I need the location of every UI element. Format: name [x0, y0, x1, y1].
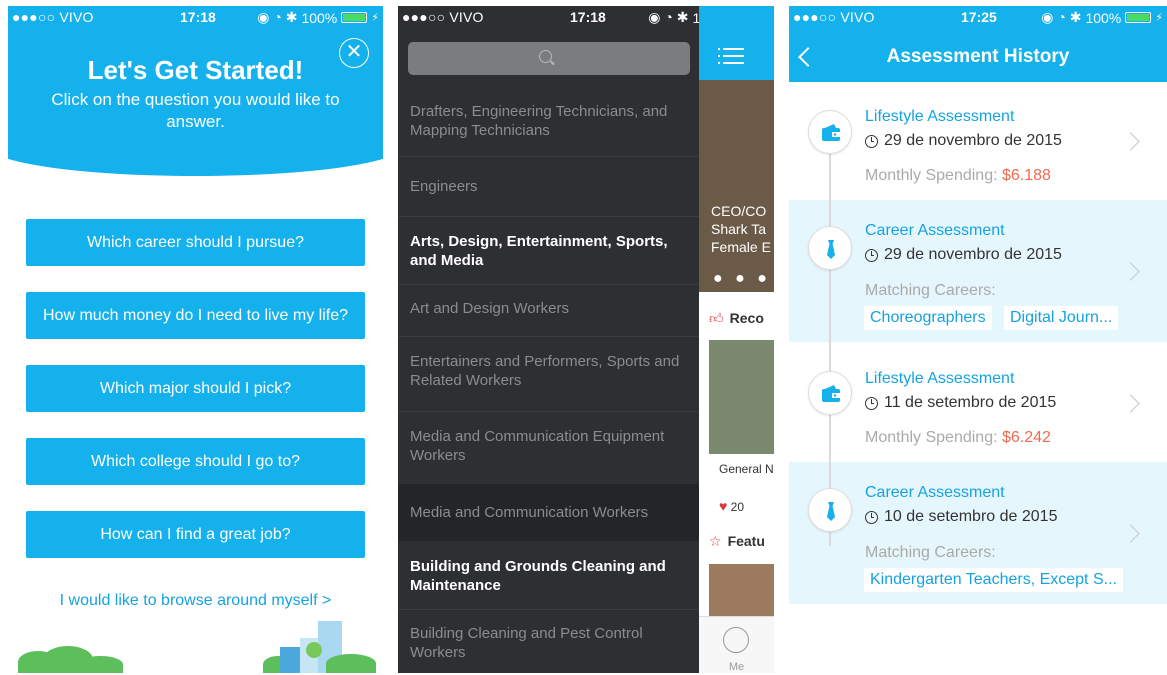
- matching-careers-label: Matching Careers:: [865, 544, 996, 561]
- chevron-right-icon: [1121, 394, 1140, 413]
- star-icon: ☆: [709, 533, 722, 549]
- lifestyle-node: [808, 371, 852, 415]
- menu-header-building[interactable]: Building and Grounds Cleaning and Mainte…: [398, 551, 699, 601]
- main-content-peek[interactable]: CEO/CO Shark Ta Female E ● ● ● ● 👍︎ Reco …: [699, 6, 774, 673]
- chevron-right-icon: [1121, 262, 1140, 281]
- browse-link[interactable]: I would like to browse around myself >: [8, 592, 383, 610]
- clock-time: 17:25: [961, 9, 997, 25]
- menu-item-engineers[interactable]: Engineers: [398, 166, 699, 206]
- career-node: [808, 226, 852, 270]
- assessment-date: 11 de setembro de 2015: [865, 394, 1056, 412]
- status-icons: ◉ ◔ ✱: [257, 9, 298, 25]
- search-input[interactable]: [408, 42, 690, 75]
- assessment-type: Lifestyle Assessment: [865, 108, 1015, 125]
- wallet-icon: [822, 124, 840, 141]
- clock-time: 17:18: [570, 9, 606, 25]
- status-bar: ●●●○○ VIVO 17:18 ◉ ◔ ✱ 100% ⚡: [8, 6, 383, 28]
- nav-bar: ●●●○○ VIVO 17:25 ◉ ◔ ✱ 100% ⚡ Assessment…: [789, 6, 1167, 82]
- featured-photo[interactable]: [709, 564, 774, 616]
- necktie-icon: [827, 240, 835, 259]
- battery-percent: 100%: [1085, 9, 1122, 26]
- matching-careers-label: Matching Careers:: [865, 282, 996, 299]
- status-right: ◉ ◔ ✱ 100% ⚡: [257, 9, 379, 26]
- menu-item-entertainers[interactable]: Entertainers and Performers, Sports and …: [398, 346, 699, 396]
- article-title: General N: [719, 462, 774, 476]
- carrier-label: ●●●○○ VIVO: [402, 9, 484, 25]
- chevron-right-icon: [1121, 524, 1140, 543]
- lifestyle-node: [808, 110, 852, 154]
- recommended-section-header: 👍︎ Reco: [709, 310, 764, 326]
- page-indicator: ● ● ● ●: [713, 270, 771, 305]
- like-count[interactable]: ♥ 20: [719, 498, 744, 514]
- page-title: Let's Get Started!: [87, 55, 304, 85]
- side-menu: ●●●○○ VIVO 17:18 ◉ ◔ ✱ 100% ⚡ Drafters, …: [398, 6, 770, 673]
- question-button-career[interactable]: Which career should I pursue?: [26, 219, 365, 266]
- page-subtitle: Click on the question you would like to …: [51, 90, 340, 131]
- question-button-money[interactable]: How much money do I need to live my life…: [26, 292, 365, 339]
- featured-banner[interactable]: CEO/CO Shark Ta Female E ● ● ● ●: [699, 80, 774, 305]
- assessment-type: Career Assessment: [865, 222, 1005, 239]
- menu-item-art-design[interactable]: Art and Design Workers: [398, 288, 699, 328]
- career-chip[interactable]: Digital Journ...: [1004, 306, 1119, 330]
- tab-me[interactable]: Me: [699, 616, 774, 673]
- career-chip[interactable]: Kindergarten Teachers, Except S...: [864, 568, 1123, 592]
- article-photo[interactable]: [709, 340, 774, 454]
- menu-item-media-communication[interactable]: Media and Communication Workers: [398, 484, 699, 541]
- clock-icon: [865, 248, 878, 262]
- top-bar: [699, 6, 774, 80]
- tab-me-label: Me: [728, 661, 745, 673]
- spending-row: Monthly Spending: $6.188: [865, 167, 1051, 184]
- chevron-right-icon: [1121, 132, 1140, 151]
- menu-item-media-equipment[interactable]: Media and Communication Equipment Worker…: [398, 421, 699, 471]
- question-button-college[interactable]: Which college should I go to?: [26, 438, 365, 485]
- battery-icon: [341, 12, 368, 23]
- search-icon: [539, 50, 552, 63]
- menu-header-arts[interactable]: Arts, Design, Entertainment, Sports, and…: [398, 226, 699, 276]
- page-title: Assessment History: [886, 46, 1070, 67]
- status-icons: ◉ ◔ ✱: [1041, 9, 1082, 25]
- timeline-line: [829, 126, 831, 546]
- assessment-date: 29 de novembro de 2015: [865, 246, 1062, 264]
- thumbs-up-icon: 👍︎: [709, 310, 724, 326]
- featured-section-header: ☆ Featu: [709, 533, 765, 549]
- assessment-type: Lifestyle Assessment: [865, 370, 1015, 387]
- history-entry-career-1[interactable]: Career Assessment 29 de novembro de 2015…: [789, 200, 1167, 342]
- charging-icon: ⚡: [371, 12, 379, 24]
- get-started-screen: ●●●○○ VIVO 17:18 ◉ ◔ ✱ 100% ⚡ ✕ Let's Ge…: [8, 6, 383, 673]
- necktie-icon: [827, 502, 835, 521]
- clock-icon: [865, 396, 878, 410]
- clock-icon: [865, 134, 878, 148]
- assessment-date: 10 de setembro de 2015: [865, 508, 1057, 526]
- clock-icon: [865, 510, 878, 524]
- carrier-label: ●●●○○ VIVO: [12, 9, 94, 25]
- battery-icon: [1125, 12, 1152, 23]
- question-button-major[interactable]: Which major should I pick?: [26, 365, 365, 412]
- wallet-icon: [822, 385, 840, 402]
- assessment-type: Career Assessment: [865, 484, 1005, 501]
- heart-icon: ♥: [719, 498, 728, 514]
- career-node: [808, 488, 852, 532]
- menu-item-building-cleaning[interactable]: Building Cleaning and Pest Control Worke…: [398, 618, 699, 668]
- question-button-job[interactable]: How can I find a great job?: [26, 511, 365, 558]
- category-menu-screen: ●●●○○ VIVO 17:18 ◉ ◔ ✱ 100% ⚡ Drafters, …: [398, 6, 774, 673]
- charging-icon: ⚡: [1155, 12, 1163, 24]
- banner-text: CEO/CO Shark Ta Female E: [711, 203, 771, 255]
- history-entry-career-2[interactable]: Career Assessment 10 de setembro de 2015…: [789, 462, 1167, 604]
- profile-icon: [723, 627, 749, 653]
- battery-percent: 100%: [301, 9, 338, 26]
- status-bar: ●●●○○ VIVO 17:25 ◉ ◔ ✱ 100% ⚡: [789, 6, 1167, 28]
- assessment-date: 29 de novembro de 2015: [865, 132, 1062, 150]
- menu-item-drafters[interactable]: Drafters, Engineering Technicians, and M…: [398, 96, 699, 146]
- spending-value: $6.242: [1001, 429, 1051, 446]
- career-chip[interactable]: Choreographers: [864, 306, 992, 330]
- carrier-label: ●●●○○ VIVO: [793, 9, 875, 25]
- spending-row: Monthly Spending: $6.242: [865, 429, 1051, 446]
- status-right: ◉ ◔ ✱ 100% ⚡: [1041, 9, 1163, 26]
- clock-time: 17:18: [180, 9, 216, 25]
- status-icons: ◉ ◔ ✱: [648, 9, 689, 25]
- spending-value: $6.188: [1001, 167, 1051, 184]
- hamburger-menu-icon[interactable]: [718, 46, 744, 66]
- assessment-history-screen: ●●●○○ VIVO 17:25 ◉ ◔ ✱ 100% ⚡ Assessment…: [789, 6, 1167, 673]
